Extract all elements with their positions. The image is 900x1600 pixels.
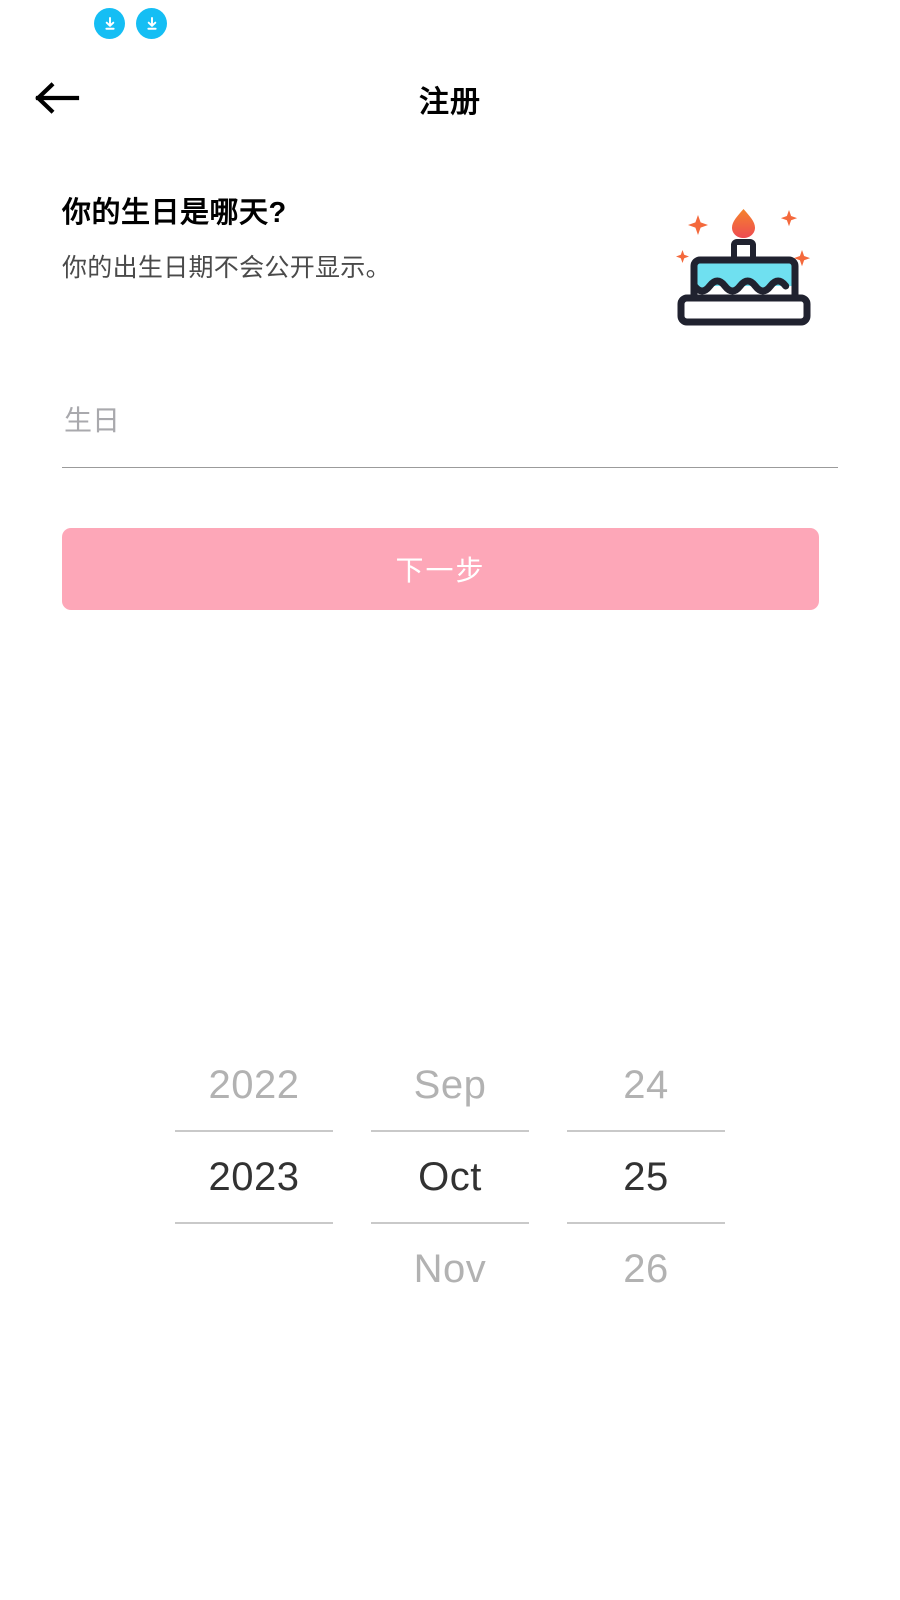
picker-column-day[interactable]: 24 25 26	[548, 1040, 744, 1314]
date-picker: 2022 2023 Sep Oct Nov 24 25 26	[0, 1040, 900, 1330]
headline: 你的生日是哪天?	[62, 197, 287, 229]
picker-day-selected[interactable]: 25	[548, 1132, 744, 1222]
download-badge-2[interactable]	[136, 8, 167, 39]
field-underline	[62, 467, 838, 468]
birthday-input[interactable]	[62, 405, 838, 467]
signup-birthday-screen: 注册 你的生日是哪天? 你的出生日期不会公开显示。 生日 下一步 2022 20…	[0, 0, 900, 1600]
picker-year-above[interactable]: 2022	[156, 1040, 352, 1130]
picker-day-below[interactable]: 26	[548, 1224, 744, 1314]
picker-month-below[interactable]: Nov	[352, 1224, 548, 1314]
download-badge-1[interactable]	[94, 8, 125, 39]
picker-month-selected[interactable]: Oct	[352, 1132, 548, 1222]
picker-column-year[interactable]: 2022 2023	[156, 1040, 352, 1314]
next-button[interactable]: 下一步	[62, 528, 819, 610]
page-title: 注册	[419, 86, 481, 119]
intro-text-block: 你的生日是哪天? 你的出生日期不会公开显示。	[62, 190, 391, 285]
picker-day-above[interactable]: 24	[548, 1040, 744, 1130]
picker-year-selected[interactable]: 2023	[156, 1132, 352, 1222]
picker-year-below[interactable]	[156, 1224, 352, 1314]
app-header: 注册	[0, 63, 900, 133]
picker-month-above[interactable]: Sep	[352, 1040, 548, 1130]
picker-column-month[interactable]: Sep Oct Nov	[352, 1040, 548, 1314]
birthday-field-wrapper	[62, 405, 838, 468]
download-icon	[101, 15, 119, 33]
intro-row: 你的生日是哪天? 你的出生日期不会公开显示。	[62, 190, 838, 331]
birthday-cake-icon	[675, 186, 825, 331]
subheadline: 你的出生日期不会公开显示。	[62, 254, 391, 283]
download-badges-group	[94, 8, 167, 39]
download-icon	[143, 15, 161, 33]
intro-section: 你的生日是哪天? 你的出生日期不会公开显示。	[62, 190, 838, 331]
